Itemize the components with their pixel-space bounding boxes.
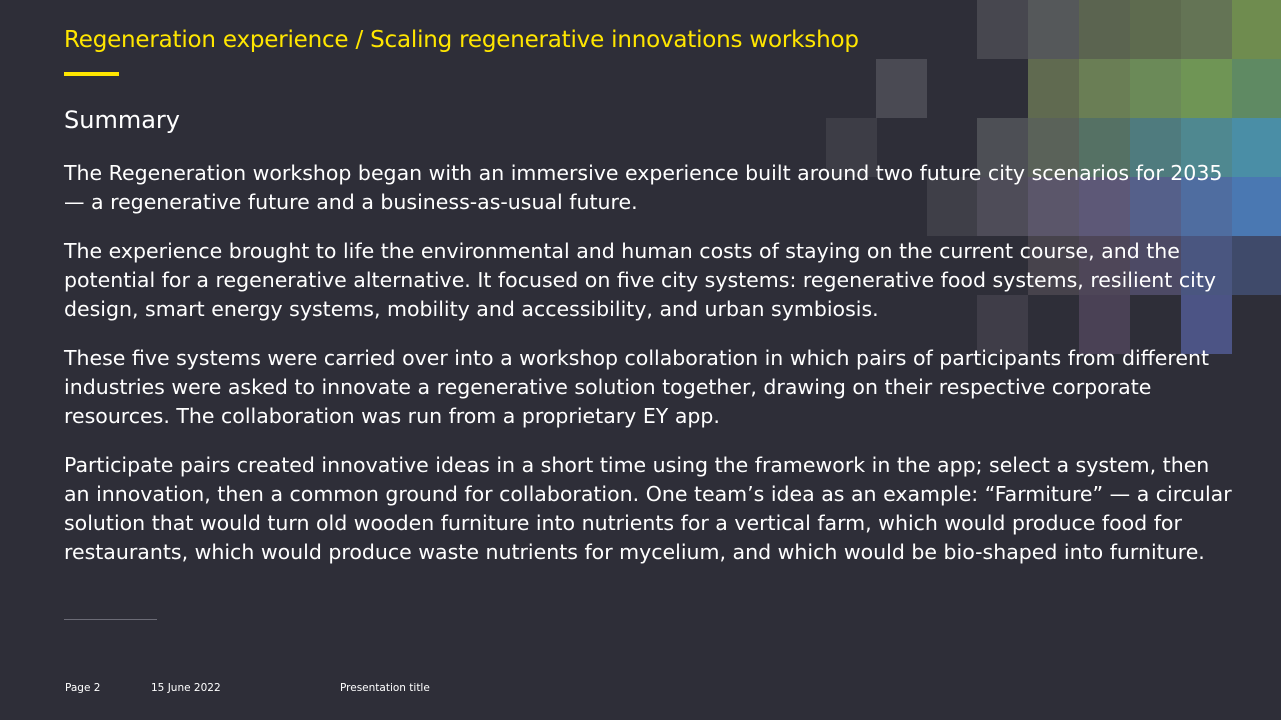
footnote-divider (64, 619, 157, 620)
mosaic-tile (1232, 236, 1281, 295)
mosaic-tile (1079, 59, 1130, 118)
summary-paragraph: These five systems were carried over int… (64, 346, 1210, 428)
summary-paragraph: The experience brought to life the envir… (64, 239, 1216, 321)
mosaic-tile (1130, 59, 1181, 118)
mosaic-tile (876, 59, 927, 118)
section-heading: Summary (64, 106, 180, 134)
mosaic-tile (1181, 0, 1232, 59)
mosaic-tile (1232, 59, 1281, 118)
summary-paragraph: The Regeneration workshop began with an … (64, 161, 1223, 214)
mosaic-tile (1232, 0, 1281, 59)
footer-presentation-title: Presentation title (340, 682, 430, 694)
mosaic-tile (1028, 59, 1079, 118)
mosaic-tile (1079, 0, 1130, 59)
title-accent-bar (64, 72, 119, 76)
summary-body: The Regeneration workshop began with an … (64, 159, 1234, 587)
summary-paragraph: Participate pairs created innovative ide… (64, 453, 1232, 564)
slide-title: Regeneration experience / Scaling regene… (64, 27, 859, 53)
footer-date: 15 June 2022 (151, 682, 221, 694)
mosaic-tile (977, 0, 1028, 59)
slide: Regeneration experience / Scaling regene… (0, 0, 1281, 720)
mosaic-tile (1028, 0, 1079, 59)
mosaic-tile (1232, 177, 1281, 236)
footer-page-number: Page 2 (65, 682, 101, 694)
mosaic-tile (1130, 0, 1181, 59)
mosaic-tile (1181, 59, 1232, 118)
mosaic-tile (1232, 118, 1281, 177)
